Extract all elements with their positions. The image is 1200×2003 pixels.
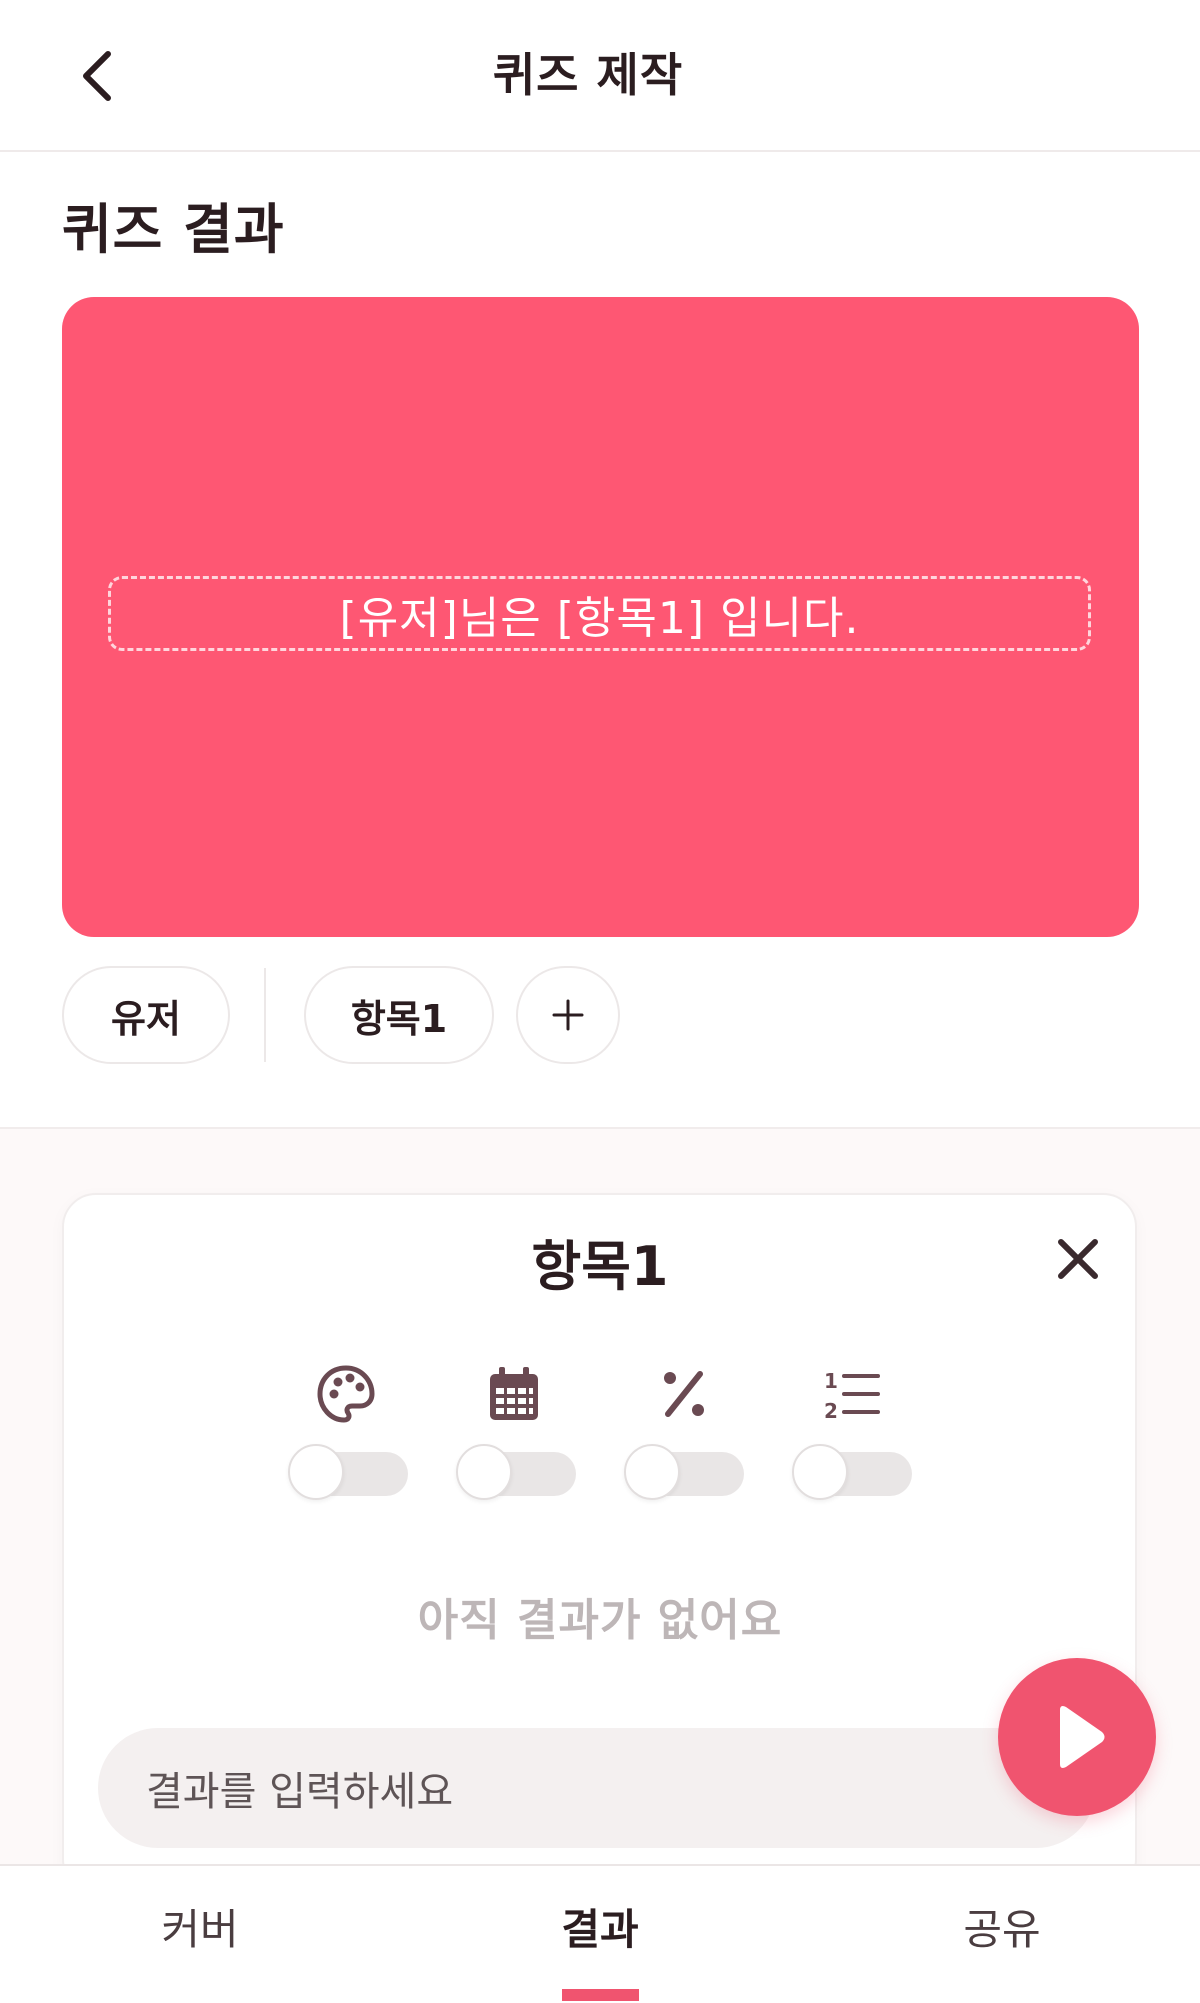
section-title: 퀴즈 결과 bbox=[62, 198, 285, 261]
toggle-percent[interactable] bbox=[624, 1444, 744, 1500]
toggle-palette[interactable] bbox=[288, 1444, 408, 1500]
top-app-bar: 퀴즈 제작 bbox=[0, 0, 1200, 152]
plus-icon bbox=[552, 999, 584, 1031]
toggle-knob bbox=[792, 1444, 848, 1500]
chip-item1[interactable]: 항목1 bbox=[304, 966, 494, 1064]
item-title: 항목1 bbox=[531, 1235, 669, 1298]
tab-result-label: 결과 bbox=[561, 1905, 639, 1954]
numbered-list-icon: 1 2 bbox=[820, 1362, 884, 1426]
tab-cover[interactable]: 커버 bbox=[70, 1898, 330, 1962]
toggle-knob bbox=[624, 1444, 680, 1500]
toggle-numbered-list[interactable] bbox=[792, 1444, 912, 1500]
chip-user-label: 유저 bbox=[111, 996, 181, 1041]
calendar-icon bbox=[482, 1362, 546, 1426]
result-input[interactable]: 결과를 입력하세요 bbox=[98, 1728, 1096, 1848]
result-input-placeholder: 결과를 입력하세요 bbox=[146, 1769, 454, 1815]
result-text-box[interactable]: [유저]님은 [항목1] 입니다. bbox=[108, 576, 1091, 651]
tab-share-label: 공유 bbox=[963, 1905, 1041, 1954]
tab-share[interactable]: 공유 bbox=[872, 1898, 1132, 1962]
percent-icon bbox=[652, 1362, 716, 1426]
tab-result[interactable]: 결과 bbox=[470, 1898, 730, 1962]
chip-user[interactable]: 유저 bbox=[62, 966, 230, 1064]
submit-button[interactable] bbox=[998, 1658, 1156, 1816]
svg-text:2: 2 bbox=[824, 1399, 838, 1423]
active-tab-indicator bbox=[562, 1989, 639, 2001]
toggle-knob bbox=[288, 1444, 344, 1500]
tab-cover-label: 커버 bbox=[161, 1905, 239, 1954]
chip-item1-label: 항목1 bbox=[350, 996, 448, 1041]
empty-results-message: 아직 결과가 없어요 bbox=[417, 1595, 783, 1646]
palette-icon bbox=[314, 1362, 378, 1426]
svg-text:1: 1 bbox=[824, 1369, 838, 1393]
result-preview-card: [유저]님은 [항목1] 입니다. bbox=[62, 297, 1139, 937]
toggle-knob bbox=[456, 1444, 512, 1500]
toggle-calendar[interactable] bbox=[456, 1444, 576, 1500]
close-button[interactable] bbox=[1055, 1236, 1101, 1282]
result-text: [유저]님은 [항목1] 입니다. bbox=[339, 592, 860, 644]
add-chip-button[interactable] bbox=[516, 966, 620, 1064]
close-icon bbox=[1058, 1239, 1098, 1279]
chip-divider bbox=[264, 968, 266, 1062]
header-title: 퀴즈 제작 bbox=[492, 48, 684, 102]
play-icon bbox=[1060, 1706, 1105, 1768]
